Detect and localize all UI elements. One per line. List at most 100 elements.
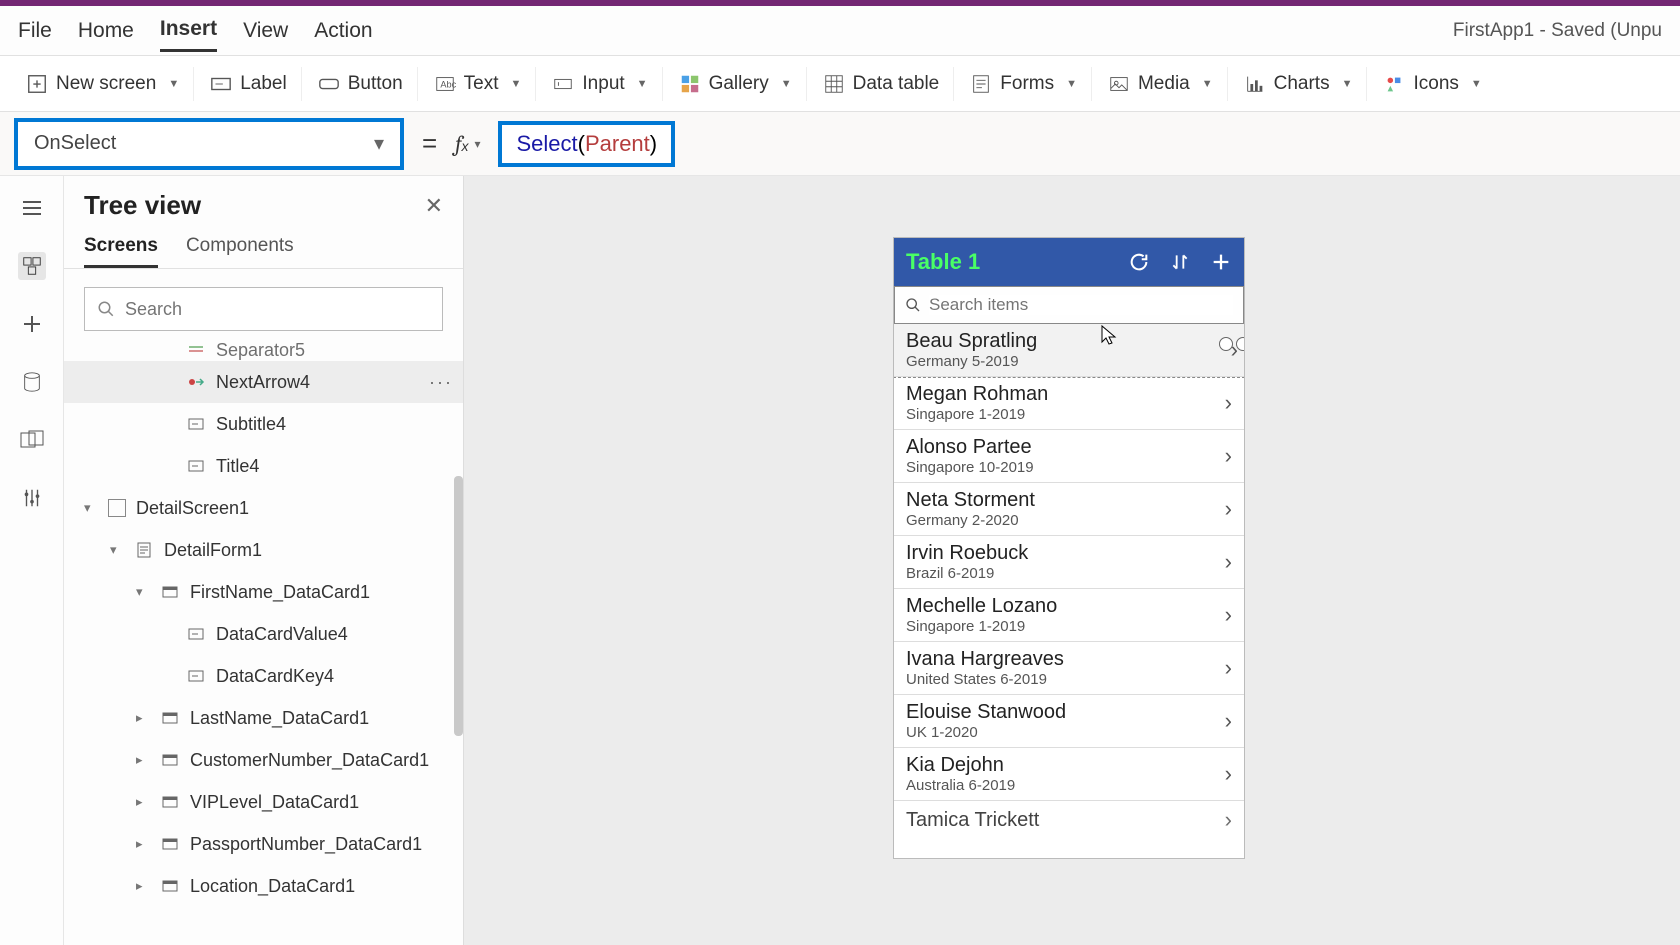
tree-item[interactable]: ▾DetailForm1 bbox=[64, 529, 463, 571]
tree-tab-screens[interactable]: Screens bbox=[84, 235, 158, 268]
phone-search[interactable] bbox=[894, 286, 1244, 324]
ribbon-input[interactable]: Input▼ bbox=[538, 67, 662, 101]
tree-item[interactable]: NextArrow4··· bbox=[64, 361, 463, 403]
tree-item[interactable]: ▸ VIPLevel_DataCard1 bbox=[64, 781, 463, 823]
media-icon[interactable] bbox=[18, 426, 46, 454]
tree-item[interactable]: Title4 bbox=[64, 445, 463, 487]
chevron-right-icon[interactable]: › bbox=[1225, 549, 1232, 575]
expand-icon[interactable]: ▸ bbox=[136, 752, 150, 768]
gallery-item-title: Ivana Hargreaves bbox=[906, 648, 1064, 671]
gallery-item[interactable]: Irvin RoebuckBrazil 6-2019› bbox=[894, 536, 1244, 589]
gallery-item-title: Tamica Trickett bbox=[906, 809, 1039, 832]
phone-search-input[interactable] bbox=[929, 295, 1233, 315]
tree-view-icon[interactable] bbox=[18, 252, 46, 280]
chevron-right-icon[interactable]: › bbox=[1225, 496, 1232, 522]
tree-item[interactable]: ▸PassportNumber_DataCard1 bbox=[64, 823, 463, 865]
tools-icon[interactable] bbox=[18, 484, 46, 512]
menu-view[interactable]: View bbox=[243, 11, 288, 51]
gallery-item[interactable]: Elouise StanwoodUK 1-2020› bbox=[894, 695, 1244, 748]
tree-item[interactable]: ▸Location_DataCard1 bbox=[64, 865, 463, 907]
expand-icon[interactable]: ▸ bbox=[136, 836, 150, 852]
scrollbar[interactable] bbox=[454, 476, 463, 736]
more-icon[interactable]: ··· bbox=[429, 372, 453, 393]
chevron-right-icon[interactable]: › bbox=[1225, 390, 1232, 416]
chevron-right-icon[interactable]: › bbox=[1225, 708, 1232, 734]
gallery-item[interactable]: Beau SpratlingGermany 5-2019› bbox=[894, 324, 1244, 377]
phone-header: Table 1 bbox=[894, 238, 1244, 286]
refresh-icon[interactable] bbox=[1128, 251, 1150, 273]
plus-icon[interactable] bbox=[18, 310, 46, 338]
chevron-right-icon[interactable]: › bbox=[1225, 761, 1232, 787]
expand-icon[interactable]: ▸ bbox=[136, 710, 150, 726]
sort-icon[interactable] bbox=[1170, 251, 1190, 273]
design-canvas[interactable]: Table 1 Beau SpratlingGermany 5- bbox=[464, 176, 1680, 945]
gallery-item[interactable]: Alonso ParteeSingapore 10-2019› bbox=[894, 430, 1244, 483]
expand-icon[interactable]: ▾ bbox=[84, 500, 98, 516]
ribbon-data-table[interactable]: Data table bbox=[809, 67, 955, 101]
ribbon-label: Media bbox=[1138, 73, 1190, 95]
tree-search[interactable] bbox=[84, 287, 443, 331]
chevron-down-icon: ▼ bbox=[168, 78, 179, 90]
selection-handles[interactable]: › bbox=[1219, 337, 1244, 363]
gallery-icon bbox=[679, 73, 701, 95]
gallery-item[interactable]: Ivana HargreavesUnited States 6-2019› bbox=[894, 642, 1244, 695]
ribbon-button[interactable]: Button bbox=[304, 67, 418, 101]
ribbon-label[interactable]: Label bbox=[196, 67, 302, 101]
ribbon-new-screen[interactable]: New screen▼ bbox=[12, 67, 194, 101]
card-icon bbox=[160, 708, 180, 728]
screen-icon bbox=[108, 499, 126, 517]
tree-item[interactable]: DataCardKey4 bbox=[64, 655, 463, 697]
menu-home[interactable]: Home bbox=[78, 11, 134, 51]
tree-item-label: DetailScreen1 bbox=[136, 498, 249, 519]
tree-item[interactable]: ▾ DetailScreen1 bbox=[64, 487, 463, 529]
gallery-item[interactable]: Kia DejohnAustralia 6-2019› bbox=[894, 748, 1244, 801]
tree-item[interactable]: ▸CustomerNumber_DataCard1 bbox=[64, 739, 463, 781]
insert-ribbon: New screen▼LabelButtonAbcText▼Input▼Gall… bbox=[0, 56, 1680, 112]
chevron-right-icon[interactable]: › bbox=[1225, 443, 1232, 469]
tree-item[interactable]: ▾FirstName_DataCard1 bbox=[64, 571, 463, 613]
chevron-right-icon[interactable]: › bbox=[1225, 807, 1232, 833]
gallery-item[interactable]: Mechelle LozanoSingapore 1-2019› bbox=[894, 589, 1244, 642]
ribbon-gallery[interactable]: Gallery▼ bbox=[665, 67, 807, 101]
gallery-item[interactable]: Neta StormentGermany 2-2020› bbox=[894, 483, 1244, 536]
gallery-item-subtitle: Singapore 10-2019 bbox=[906, 459, 1034, 476]
chevron-right-icon[interactable]: › bbox=[1225, 655, 1232, 681]
phone-gallery[interactable]: Beau SpratlingGermany 5-2019›Megan Rohma… bbox=[894, 324, 1244, 858]
database-icon[interactable] bbox=[18, 368, 46, 396]
chevron-down-icon: ▼ bbox=[511, 78, 522, 90]
tree-item[interactable]: DataCardValue4 bbox=[64, 613, 463, 655]
tree-search-input[interactable] bbox=[125, 299, 430, 320]
menu-file[interactable]: File bbox=[18, 11, 52, 51]
tree-list[interactable]: Separator5NextArrow4···Subtitle4Title4▾D… bbox=[64, 341, 463, 945]
chevron-down-icon: ▾ bbox=[374, 131, 384, 156]
ribbon-media[interactable]: Media▼ bbox=[1094, 67, 1228, 101]
property-dropdown[interactable]: OnSelect ▾ bbox=[14, 118, 404, 170]
expand-icon[interactable]: ▸ bbox=[136, 794, 150, 810]
gallery-item[interactable]: Tamica Trickett › bbox=[894, 801, 1244, 839]
tree-item-label: VIPLevel_DataCard1 bbox=[190, 792, 359, 813]
gallery-item[interactable]: Megan RohmanSingapore 1-2019› bbox=[894, 377, 1244, 430]
tree-item-label: DataCardValue4 bbox=[216, 624, 348, 645]
tree-item[interactable]: ▸LastName_DataCard1 bbox=[64, 697, 463, 739]
ribbon-forms[interactable]: Forms▼ bbox=[956, 67, 1092, 101]
tree-tab-components[interactable]: Components bbox=[186, 235, 294, 268]
ribbon-icons[interactable]: Icons▼ bbox=[1369, 67, 1495, 101]
expand-icon[interactable]: ▾ bbox=[136, 584, 150, 600]
gallery-item-subtitle: Singapore 1-2019 bbox=[906, 618, 1057, 635]
formula-input[interactable]: Select(Parent) bbox=[498, 121, 675, 167]
chevron-right-icon[interactable]: › bbox=[1225, 602, 1232, 628]
tree-item[interactable]: Separator5 bbox=[64, 341, 463, 361]
phone-title: Table 1 bbox=[906, 249, 980, 275]
menu-insert[interactable]: Insert bbox=[160, 9, 217, 52]
expand-icon[interactable]: ▾ bbox=[110, 542, 124, 558]
tree-item[interactable]: Subtitle4 bbox=[64, 403, 463, 445]
ribbon-charts[interactable]: Charts▼ bbox=[1230, 67, 1368, 101]
add-icon[interactable] bbox=[1210, 251, 1232, 273]
close-icon[interactable]: ✕ bbox=[425, 193, 443, 219]
ribbon-text[interactable]: AbcText▼ bbox=[420, 67, 537, 101]
expand-icon[interactable]: ▸ bbox=[136, 878, 150, 894]
hamburger-icon[interactable] bbox=[18, 194, 46, 222]
fx-label[interactable]: fx ▾ bbox=[455, 131, 480, 157]
card-icon bbox=[160, 792, 180, 812]
menu-action[interactable]: Action bbox=[314, 11, 372, 51]
